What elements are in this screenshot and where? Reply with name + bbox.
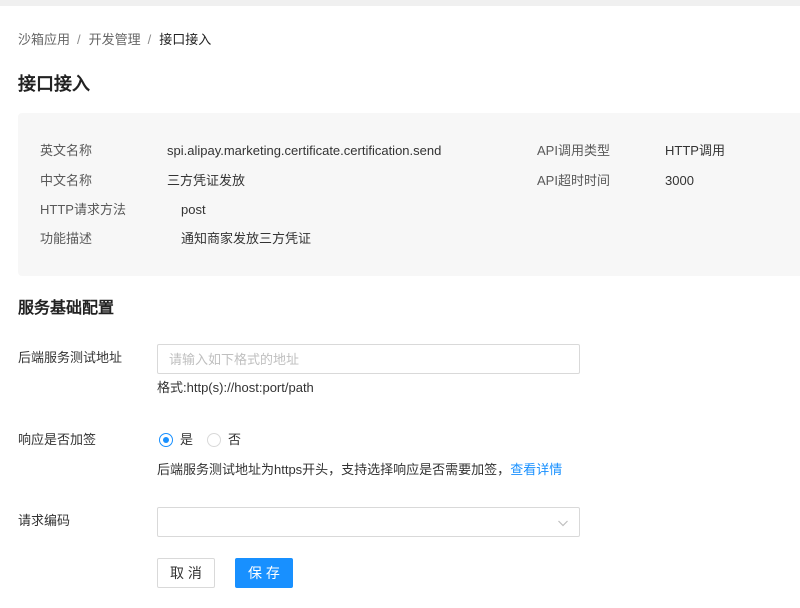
breadcrumb-item-dev-management[interactable]: 开发管理 [89,32,141,48]
chevron-down-icon [558,520,568,527]
chinese-name-label: 中文名称 [40,173,93,188]
backend-url-input[interactable] [157,344,580,374]
save-button[interactable]: 保 存 [235,558,293,588]
radio-circle[interactable] [159,433,173,447]
request-encoding-select[interactable] [157,507,580,537]
view-details-link[interactable]: 查看详情 [510,462,562,477]
breadcrumb-item-current: 接口接入 [159,32,212,47]
call-type-value: HTTP调用 [665,143,725,158]
breadcrumb-separator: / [147,32,152,47]
response-sign-radio-yes[interactable]: 是 [159,432,193,448]
response-sign-label: 响应是否加签 [18,432,97,447]
radio-circle[interactable] [207,433,221,447]
timeout-value: 3000 [665,173,694,188]
top-bar [0,0,800,6]
description-label: 功能描述 [40,231,93,246]
cancel-button[interactable]: 取 消 [157,558,215,588]
english-name-value: spi.alipay.marketing.certificate.certifi… [167,143,442,158]
page-title: 接口接入 [18,74,90,94]
response-sign-radio-no[interactable]: 否 [207,432,241,448]
backend-url-hint: 格式:http(s)://host:port/path [157,380,314,395]
response-sign-hint-text: 后端服务测试地址为https开头，支持选择响应是否需要加签， [157,462,511,477]
backend-url-label: 后端服务测试地址 [18,350,123,365]
radio-label-no[interactable]: 否 [228,432,241,448]
radio-dot [163,437,169,443]
request-encoding-label: 请求编码 [18,513,71,528]
http-method-label: HTTP请求方法 [40,202,126,217]
response-sign-hint: 后端服务测试地址为https开头，支持选择响应是否需要加签，查看详情 [157,462,562,478]
chinese-name-value: 三方凭证发放 [167,173,246,188]
call-type-label: API调用类型 [537,143,610,158]
description-value: 通知商家发放三方凭证 [181,231,312,246]
english-name-label: 英文名称 [40,143,93,158]
breadcrumb: 沙箱应用 / 开发管理 / 接口接入 [18,32,211,48]
page: 沙箱应用 / 开发管理 / 接口接入 接口接入 英文名称 spi.alipay.… [0,0,800,608]
radio-dot [211,437,217,443]
radio-label-yes[interactable]: 是 [180,432,193,448]
timeout-label: API超时时间 [537,173,610,188]
section-title-service-config: 服务基础配置 [18,300,115,317]
api-info-panel: 英文名称 spi.alipay.marketing.certificate.ce… [18,113,800,276]
breadcrumb-item-sandbox-app[interactable]: 沙箱应用 [18,32,70,48]
http-method-value: post [181,202,206,217]
breadcrumb-separator: / [77,32,81,47]
